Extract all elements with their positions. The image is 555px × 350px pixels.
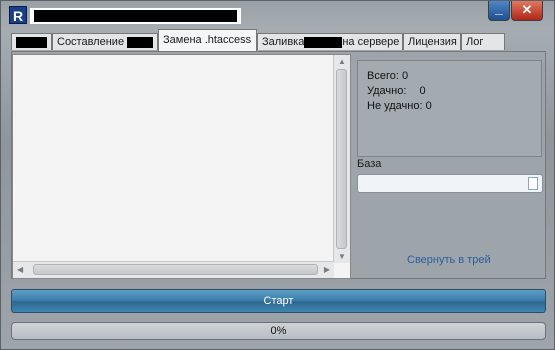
minimize-to-tray-link[interactable]: Свернуть в трей bbox=[407, 254, 491, 266]
vertical-scrollbar[interactable]: ▲ ▼ bbox=[333, 55, 350, 263]
tab-log[interactable]: Лог bbox=[461, 33, 505, 50]
vertical-scroll-thumb[interactable] bbox=[336, 69, 347, 249]
minimize-button[interactable]: _ bbox=[488, 1, 510, 21]
scroll-left-icon[interactable]: ◀ bbox=[17, 265, 23, 274]
stat-total: Всего: 0 bbox=[367, 70, 408, 82]
title-bar: R _ ✕ bbox=[1, 1, 555, 29]
tab-panel: ▲ ▼ ◀ ▶ Всего: 0 Удачно: 0 Не удачно: 0 bbox=[11, 51, 546, 279]
close-button[interactable]: ✕ bbox=[511, 1, 543, 21]
tab-label: Заливка bbox=[262, 36, 305, 48]
progress-label: 0% bbox=[270, 325, 287, 337]
main-window: R _ ✕ Составление Замена .htaccess Залив… bbox=[0, 0, 555, 350]
tab-htaccess[interactable]: Замена .htaccess bbox=[158, 29, 257, 51]
redacted-tab-suffix bbox=[127, 36, 154, 48]
redacted-tab-label bbox=[16, 36, 47, 48]
tab-upload[interactable]: Заливка на сервере bbox=[257, 33, 403, 50]
window-title bbox=[30, 8, 241, 24]
stat-total-value: 0 bbox=[401, 70, 409, 82]
redacted-title bbox=[34, 10, 237, 22]
stat-fail-value: 0 bbox=[425, 100, 432, 112]
stat-ok: Удачно: 0 bbox=[367, 85, 426, 97]
stat-ok-label: Удачно: bbox=[367, 85, 407, 97]
htaccess-text-area[interactable]: ▲ ▼ ◀ ▶ bbox=[12, 54, 351, 279]
tab-bar: Составление Замена .htaccess Заливка на с… bbox=[11, 29, 551, 51]
stats-box: Всего: 0 Удачно: 0 Не удачно: 0 bbox=[357, 60, 542, 157]
tab-label: Замена .htaccess bbox=[163, 34, 252, 46]
tab-license[interactable]: Лицензия bbox=[403, 33, 461, 50]
scroll-right-icon[interactable]: ▶ bbox=[324, 265, 330, 274]
tab-label: Лицензия bbox=[408, 36, 457, 48]
app-icon: R bbox=[9, 6, 27, 24]
start-button[interactable]: Старт bbox=[11, 289, 546, 313]
stat-ok-value: 0 bbox=[419, 85, 426, 97]
tab-label: Лог bbox=[466, 36, 484, 48]
redacted-tab-middle bbox=[304, 36, 343, 48]
base-label: База bbox=[357, 158, 382, 170]
stat-fail-label: Не удачно: bbox=[367, 100, 423, 112]
tab-compose[interactable]: Составление bbox=[52, 33, 158, 50]
scroll-up-icon[interactable]: ▲ bbox=[338, 57, 346, 66]
horizontal-scrollbar[interactable]: ◀ ▶ bbox=[13, 261, 334, 278]
base-file-input[interactable] bbox=[357, 174, 543, 193]
tab-label: Составление bbox=[57, 36, 125, 48]
progress-bar: 0% bbox=[11, 322, 546, 340]
file-icon[interactable] bbox=[528, 177, 538, 190]
tab-label-suffix: на сервере bbox=[342, 36, 400, 48]
stat-total-label: Всего: bbox=[367, 70, 399, 82]
horizontal-scroll-thumb[interactable] bbox=[33, 264, 318, 275]
scroll-down-icon[interactable]: ▼ bbox=[338, 252, 346, 261]
stat-fail: Не удачно: 0 bbox=[367, 100, 432, 112]
tab-redacted[interactable] bbox=[11, 33, 52, 50]
